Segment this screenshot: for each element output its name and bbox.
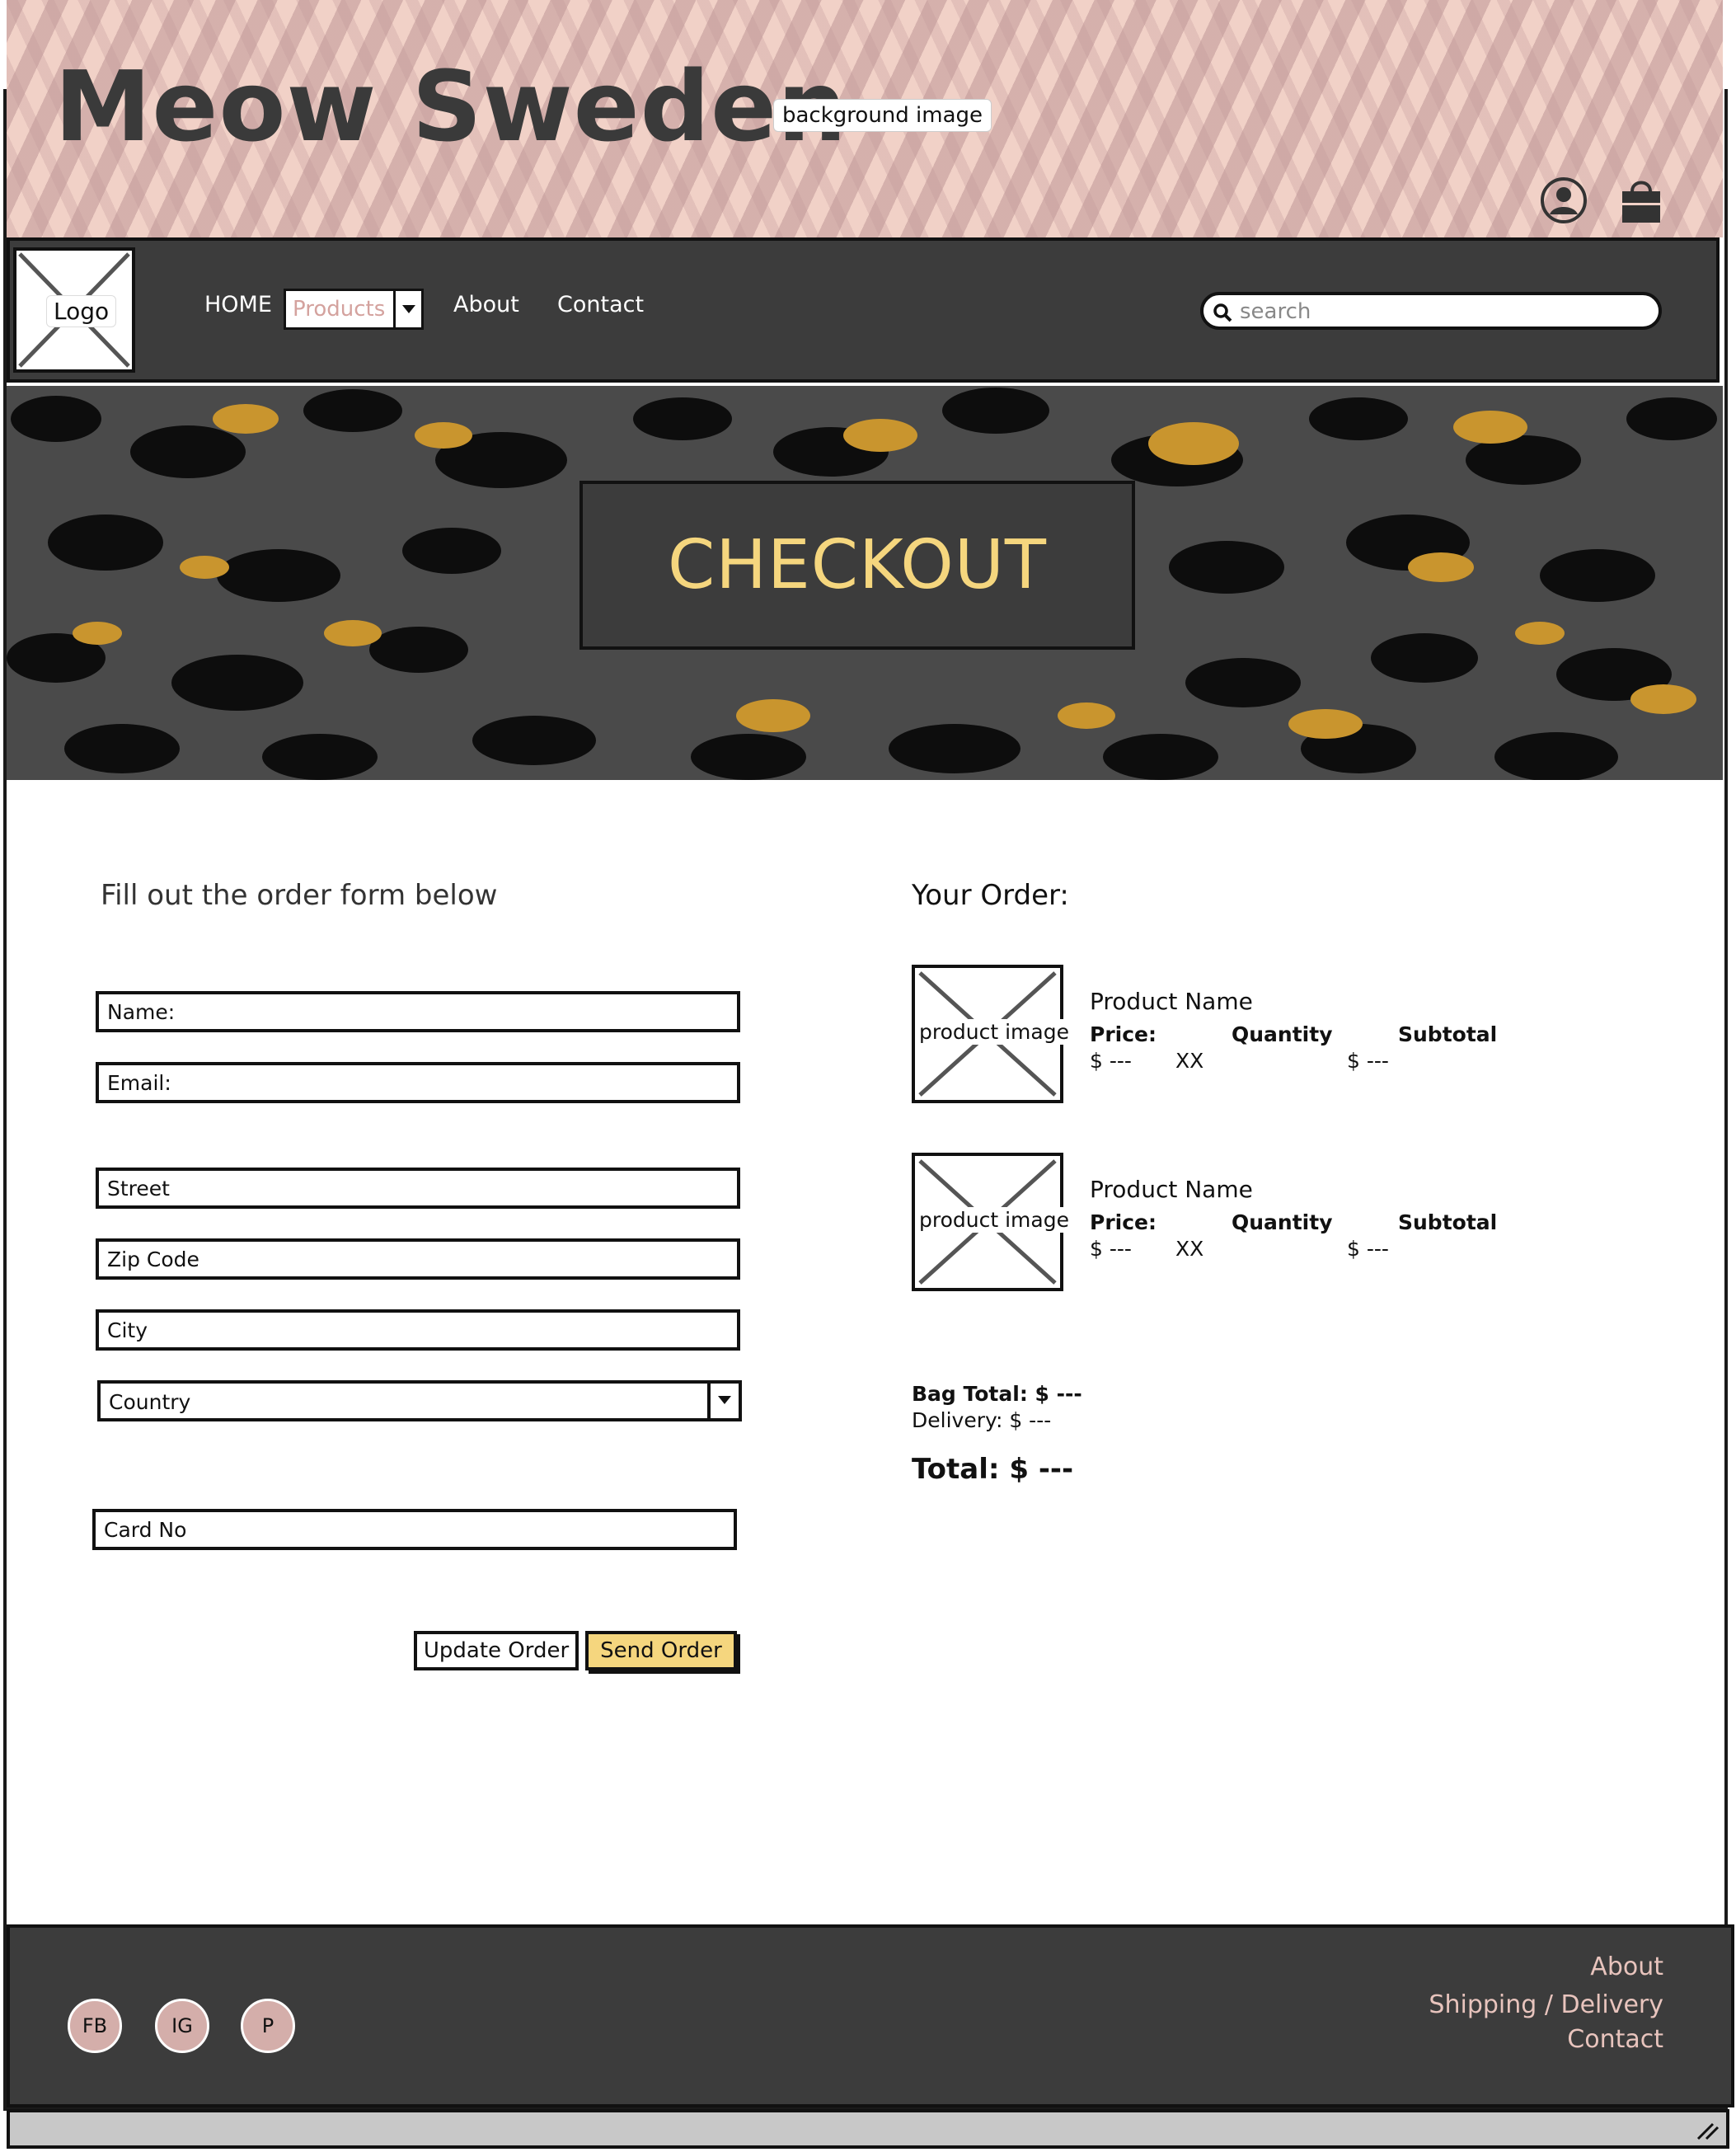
nav-contact-link[interactable]: Contact: [557, 292, 644, 317]
window-status-bar: [7, 2109, 1729, 2149]
user-icon[interactable]: [1538, 175, 1589, 226]
search-icon: [1213, 303, 1232, 322]
update-order-button[interactable]: Update Order: [414, 1631, 579, 1670]
search-input[interactable]: [1238, 297, 1645, 327]
main-navbar: Logo HOME Products About Contact: [7, 237, 1720, 383]
product-name: Product Name: [1090, 1176, 1253, 1203]
product-image: product image: [912, 1153, 1072, 1291]
country-select[interactable]: Country: [97, 1380, 742, 1421]
instagram-link[interactable]: IG: [155, 1999, 209, 2053]
footer-shipping-link[interactable]: Shipping / Delivery: [1429, 1990, 1663, 2019]
nav-products-dropdown[interactable]: Products: [284, 289, 424, 330]
zip-field-box: [96, 1238, 740, 1280]
quantity-value: XX: [1175, 1237, 1204, 1261]
bag-total: Bag Total: $ ---: [912, 1382, 1082, 1406]
logo-label: Logo: [46, 295, 117, 327]
price-value: $ ---: [1090, 1237, 1132, 1261]
product-image-label: product image: [917, 1019, 1072, 1045]
nav-products-label: Products: [293, 297, 386, 322]
search-box: [1200, 292, 1662, 330]
product-image: product image: [912, 965, 1072, 1103]
facebook-link[interactable]: FB: [68, 1999, 122, 2053]
price-label: Price:: [1090, 1022, 1157, 1046]
site-title: Meow Sweden: [54, 49, 848, 163]
order-item: product image Product Name Price: Quanti…: [912, 1153, 1571, 1293]
country-select-value: Country: [109, 1390, 191, 1414]
logo[interactable]: Logo: [13, 247, 135, 373]
nav-about-link[interactable]: About: [453, 292, 519, 317]
subtotal-value: $ ---: [1347, 1049, 1389, 1073]
form-heading: Fill out the order form below: [101, 879, 498, 912]
name-field[interactable]: [99, 994, 737, 1029]
name-field-box: [96, 991, 740, 1032]
email-field-box: [96, 1062, 740, 1103]
price-label: Price:: [1090, 1210, 1157, 1234]
site-header: Meow Sweden background image: [7, 0, 1723, 237]
resize-handle-icon[interactable]: [1695, 2121, 1720, 2140]
pinterest-link[interactable]: P: [241, 1999, 295, 2053]
chevron-down-icon[interactable]: [393, 291, 421, 327]
send-order-button[interactable]: Send Order: [585, 1631, 737, 1670]
order-total: Total: $ ---: [912, 1453, 1074, 1486]
chevron-down-icon[interactable]: [707, 1384, 739, 1418]
order-item: product image Product Name Price: Quanti…: [912, 965, 1571, 1105]
email-field[interactable]: [99, 1065, 737, 1100]
nav-home-link[interactable]: HOME: [204, 292, 272, 317]
delivery-cost: Delivery: $ ---: [912, 1408, 1052, 1432]
order-heading: Your Order:: [912, 879, 1069, 912]
quantity-label: Quantity: [1232, 1022, 1333, 1046]
zip-code-field[interactable]: [99, 1242, 737, 1276]
footer-about-link[interactable]: About: [1590, 1952, 1663, 1981]
product-image-label: product image: [917, 1207, 1072, 1233]
site-footer: FB IG P About Shipping / Delivery Contac…: [7, 1924, 1734, 2107]
subtotal-label: Subtotal: [1398, 1022, 1498, 1046]
subtotal-value: $ ---: [1347, 1237, 1389, 1261]
background-image-label: background image: [773, 99, 992, 132]
footer-contact-link[interactable]: Contact: [1567, 2025, 1663, 2054]
hero-title-box: CHECKOUT: [579, 481, 1135, 650]
shopping-bag-icon[interactable]: [1616, 175, 1667, 226]
subtotal-label: Subtotal: [1398, 1210, 1498, 1234]
hero-banner: CHECKOUT: [7, 386, 1723, 780]
street-field[interactable]: [99, 1171, 737, 1205]
quantity-label: Quantity: [1232, 1210, 1333, 1234]
city-field[interactable]: [99, 1313, 737, 1347]
product-name: Product Name: [1090, 988, 1253, 1015]
card-number-field[interactable]: [96, 1512, 734, 1547]
city-field-box: [96, 1309, 740, 1351]
street-field-box: [96, 1168, 740, 1209]
price-value: $ ---: [1090, 1049, 1132, 1073]
quantity-value: XX: [1175, 1049, 1204, 1073]
card-field-box: [92, 1509, 737, 1550]
page-title: CHECKOUT: [668, 526, 1047, 604]
